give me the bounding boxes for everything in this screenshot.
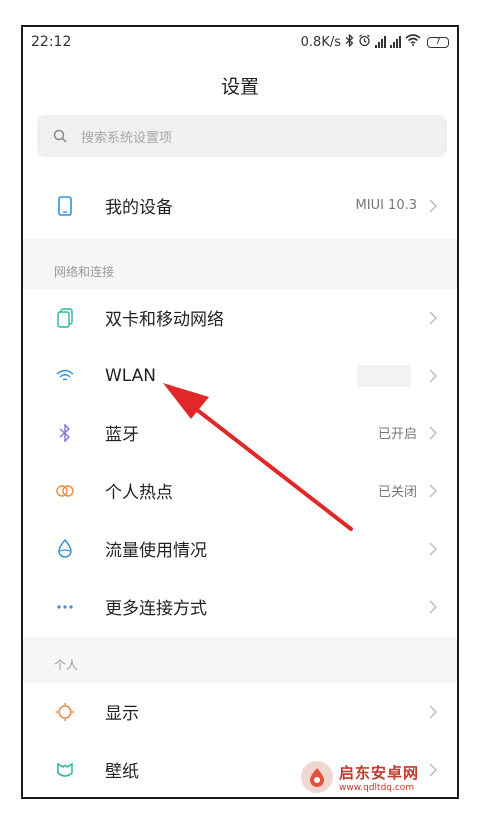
sim-mobile-network-label: 双卡和移动网络 <box>105 310 224 330</box>
sim-card-icon <box>55 307 75 328</box>
droplet-icon <box>55 538 75 559</box>
wlan-value-redacted <box>357 364 411 387</box>
phone-icon <box>55 195 75 216</box>
more-connections-label: 更多连接方式 <box>105 599 207 619</box>
data-usage-row[interactable]: 流量使用情况 <box>23 520 457 577</box>
chevron-right-icon <box>429 542 437 555</box>
my-device-value: MIUI 10.3 <box>355 198 417 213</box>
data-usage-label: 流量使用情况 <box>105 541 207 561</box>
display-label: 显示 <box>105 704 139 724</box>
section-label-personal: 个人 <box>54 658 79 672</box>
signal-2-icon <box>390 36 401 48</box>
watermark: 启东安卓网 www.qdltdq.com <box>301 757 451 797</box>
bluetooth-label: 蓝牙 <box>105 425 139 445</box>
bluetooth-value: 已开启 <box>377 427 417 442</box>
wlan-label: WLAN <box>105 365 157 386</box>
chevron-right-icon <box>429 705 437 718</box>
battery-icon: 7 <box>427 36 449 48</box>
bluetooth-row[interactable]: 蓝牙 已开启 <box>23 404 457 461</box>
wlan-row[interactable]: WLAN <box>23 347 457 404</box>
network-speed: 0.8K/s <box>300 34 341 50</box>
wallpaper-icon <box>55 760 75 780</box>
my-device-label: 我的设备 <box>105 198 173 218</box>
watermark-title: 启东安卓网 <box>339 763 420 782</box>
chevron-right-icon <box>429 426 437 439</box>
hotspot-row[interactable]: 个人热点 已关闭 <box>23 462 457 519</box>
my-device-row[interactable]: 我的设备 MIUI 10.3 <box>23 177 457 234</box>
sun-icon <box>55 702 75 722</box>
chevron-right-icon <box>429 199 437 212</box>
sim-mobile-network-row[interactable]: 双卡和移动网络 <box>23 289 457 346</box>
search-placeholder: 搜索系统设置项 <box>81 130 173 146</box>
hotspot-label: 个人热点 <box>105 483 173 503</box>
wifi-status-icon <box>405 34 421 50</box>
chevron-right-icon <box>429 600 437 613</box>
chevron-right-icon <box>429 369 437 382</box>
status-time: 22:12 <box>31 34 72 50</box>
bluetooth-icon <box>55 423 75 443</box>
bluetooth-status-icon <box>345 32 354 51</box>
search-bar[interactable]: 搜索系统设置项 <box>37 115 447 157</box>
signal-1-icon <box>375 36 386 48</box>
display-row[interactable]: 显示 <box>23 683 457 740</box>
wallpaper-label: 壁纸 <box>105 762 139 782</box>
status-icons: 0.8K/s 7 <box>300 32 449 51</box>
status-bar: 22:12 0.8K/s 7 <box>23 27 457 57</box>
search-icon <box>53 129 67 143</box>
page-title: 设置 <box>220 76 259 98</box>
chevron-right-icon <box>429 311 437 324</box>
hotspot-icon <box>55 481 75 501</box>
watermark-logo-icon <box>301 761 333 793</box>
hotspot-value: 已关闭 <box>377 485 417 500</box>
phone-screen: 22:12 0.8K/s 7 设置 搜索系统设置项 我的设备 MIUI 10.3… <box>21 25 459 799</box>
watermark-url: www.qdltdq.com <box>339 782 415 793</box>
wifi-icon <box>55 366 75 386</box>
more-dots-icon <box>55 597 75 617</box>
section-label-network: 网络和连接 <box>54 265 115 279</box>
section-divider <box>23 637 457 683</box>
chevron-right-icon <box>429 484 437 497</box>
alarm-icon <box>358 33 371 51</box>
more-connections-row[interactable]: 更多连接方式 <box>23 578 457 635</box>
